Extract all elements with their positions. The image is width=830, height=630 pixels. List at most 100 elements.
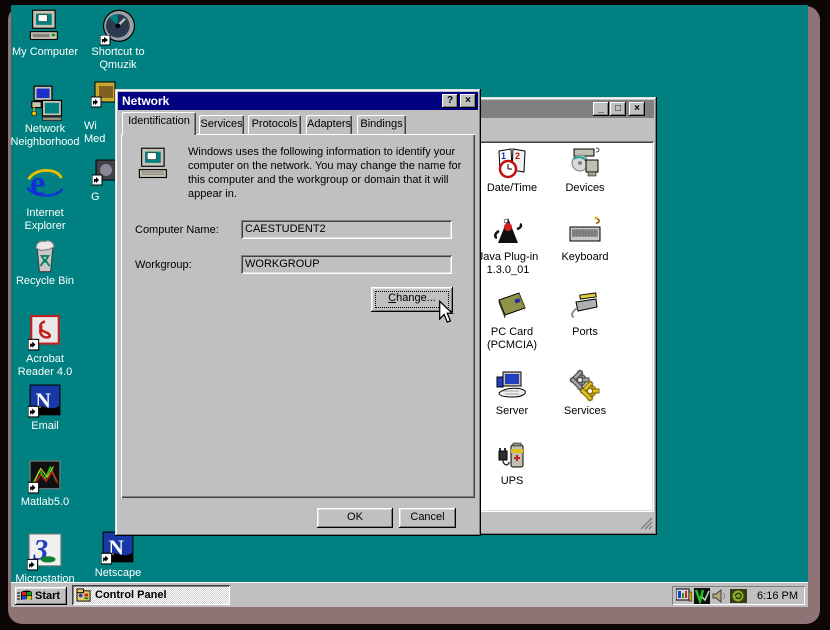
svg-text:2: 2	[515, 151, 520, 161]
resize-grip-icon[interactable]	[640, 517, 653, 530]
help-button[interactable]: ?	[442, 94, 458, 108]
desktop-icon-label: Qmuzik	[78, 59, 158, 72]
network-dialog-title: Network	[118, 94, 169, 108]
desktop-icon-label: Reader 4.0	[11, 366, 85, 379]
desktop-icon-label: Matlab5.0	[11, 496, 85, 509]
desktop-icon-matlab[interactable]: Matlab5.0	[11, 460, 85, 509]
cp-icon-ups[interactable]: UPS	[480, 439, 544, 488]
nvidia-icon[interactable]	[730, 588, 747, 604]
cp-icon-label: Services	[553, 405, 617, 418]
control-panel-task-icon	[76, 588, 91, 602]
taskbar: Start Control Panel 6:16 PM	[11, 582, 808, 607]
desktop-icon-label: Email	[11, 420, 85, 433]
cp-icon-label: Devices	[553, 182, 617, 195]
cancel-button[interactable]: Cancel	[399, 508, 456, 528]
desktop-icon-acrobat-reader[interactable]: Acrobat Reader 4.0	[11, 315, 85, 379]
matlab-icon	[28, 460, 62, 494]
close-button[interactable]: ×	[629, 102, 645, 116]
desktop-icon-label: Acrobat	[11, 353, 85, 366]
tab-adapters[interactable]: Adapters	[306, 115, 352, 134]
network-dialog: Network ? × Identification Services Prot…	[115, 89, 481, 536]
ports-icon	[568, 290, 602, 324]
display-settings-icon[interactable]	[676, 588, 692, 604]
workgroup-label: Workgroup:	[135, 259, 192, 271]
cp-icon-keyboard[interactable]: Keyboard	[553, 215, 617, 264]
internet-explorer-icon: e	[25, 163, 65, 205]
cp-icon-server[interactable]: Server	[480, 369, 544, 418]
virus-shield-icon[interactable]	[694, 588, 710, 604]
date-time-icon: 12	[495, 146, 529, 180]
ups-icon	[495, 439, 529, 473]
network-dialog-titlebar[interactable]: Network	[118, 92, 478, 110]
windows-media-icon[interactable]	[91, 80, 117, 108]
server-icon	[495, 369, 529, 403]
cp-icon-label: UPS	[480, 475, 544, 488]
pc-card-icon	[495, 290, 529, 324]
cp-icon-label: 1.3.0_01	[472, 264, 544, 277]
email-netscape-icon: N	[28, 384, 62, 418]
my-computer-icon	[27, 8, 63, 44]
start-button[interactable]: Start	[15, 587, 67, 605]
maximize-button[interactable]: □	[610, 102, 626, 116]
desktop-icon-label: G	[91, 191, 117, 204]
desktop-icon-label: Internet	[11, 207, 85, 220]
cp-icon-label: Keyboard	[553, 251, 617, 264]
cp-icon-devices[interactable]: Devices	[553, 146, 617, 195]
computer-icon	[136, 146, 170, 180]
cp-icon-label: Date/Time	[480, 182, 544, 195]
qmuzik-icon	[100, 8, 136, 44]
desktop-icon-label: My Computer	[11, 46, 85, 59]
cp-icon-pc-card[interactable]: PC Card (PCMCIA)	[480, 290, 544, 352]
description-line: computer on the network. You may change …	[188, 159, 468, 173]
computer-name-field[interactable]: CAESTUDENT2	[241, 220, 452, 239]
cp-icon-label: Server	[480, 405, 544, 418]
tab-bindings[interactable]: Bindings	[357, 115, 406, 134]
close-button[interactable]: ×	[460, 94, 476, 108]
desktop-icon-internet-explorer[interactable]: e Internet Explorer	[11, 163, 85, 233]
minimize-button[interactable]: _	[593, 102, 609, 116]
cp-icon-ports[interactable]: Ports	[553, 290, 617, 339]
description-line: this computer and the workgroup or domai…	[188, 173, 468, 187]
identification-description: Windows uses the following information t…	[188, 145, 468, 201]
cp-icon-services[interactable]: Services	[553, 369, 617, 418]
microstation-icon: 3	[27, 533, 63, 571]
cp-icon-label: Java Plug-in	[472, 251, 544, 264]
desktop-icon-recycle-bin[interactable]: Recycle Bin	[11, 237, 85, 288]
java-plugin-icon	[491, 215, 525, 249]
desktop-icon-label: Network	[11, 123, 85, 136]
desktop-icon-my-computer[interactable]: My Computer	[11, 8, 85, 59]
tab-protocols[interactable]: Protocols	[248, 115, 301, 134]
devices-icon	[568, 146, 602, 180]
start-label: Start	[35, 590, 60, 602]
desktop-icon-microstation[interactable]: 3 Microstation	[11, 533, 85, 586]
desktop-icon-label: Netscape	[78, 567, 158, 580]
desktop-icon-netscape[interactable]: N Netscape	[78, 531, 158, 580]
cp-icon-java-plugin[interactable]: Java Plug-in 1.3.0_01	[472, 215, 544, 277]
cp-icon-date-time[interactable]: 12 Date/Time	[480, 146, 544, 195]
taskbar-clock: 6:16 PM	[757, 590, 805, 602]
tab-identification[interactable]: Identification	[122, 112, 196, 135]
workgroup-field[interactable]: WORKGROUP	[241, 255, 452, 274]
acrobat-reader-icon	[27, 315, 63, 351]
task-button-control-panel[interactable]: Control Panel	[72, 585, 230, 605]
desktop-icon-qmuzik[interactable]: Shortcut to Qmuzik	[78, 8, 158, 72]
recycle-bin-icon	[27, 237, 63, 273]
ok-button[interactable]: OK	[317, 508, 393, 528]
desktop-icon-network-neighborhood[interactable]: Network Neighborhood	[11, 85, 85, 149]
desktop-icon-email[interactable]: N Email	[11, 384, 85, 433]
desktop-icon-label: Recycle Bin	[11, 275, 85, 288]
description-line: Windows uses the following information t…	[188, 145, 468, 159]
description-line: appear in.	[188, 187, 468, 201]
desktop-icon-label: Neighborhood	[11, 136, 85, 149]
system-tray: 6:16 PM	[672, 586, 805, 605]
network-neighborhood-icon	[27, 85, 63, 121]
cp-icon-label: PC Card	[480, 326, 544, 339]
tab-services[interactable]: Services	[199, 115, 244, 134]
task-button-label: Control Panel	[95, 589, 167, 601]
desktop-icon-label: Explorer	[11, 220, 85, 233]
keyboard-icon	[568, 215, 602, 249]
volume-icon[interactable]	[712, 588, 728, 604]
desktop: My Computer Shortcut to Qmuzik Network N…	[11, 5, 808, 607]
windows-logo-icon	[17, 589, 33, 603]
netscape-icon: N	[101, 531, 135, 565]
